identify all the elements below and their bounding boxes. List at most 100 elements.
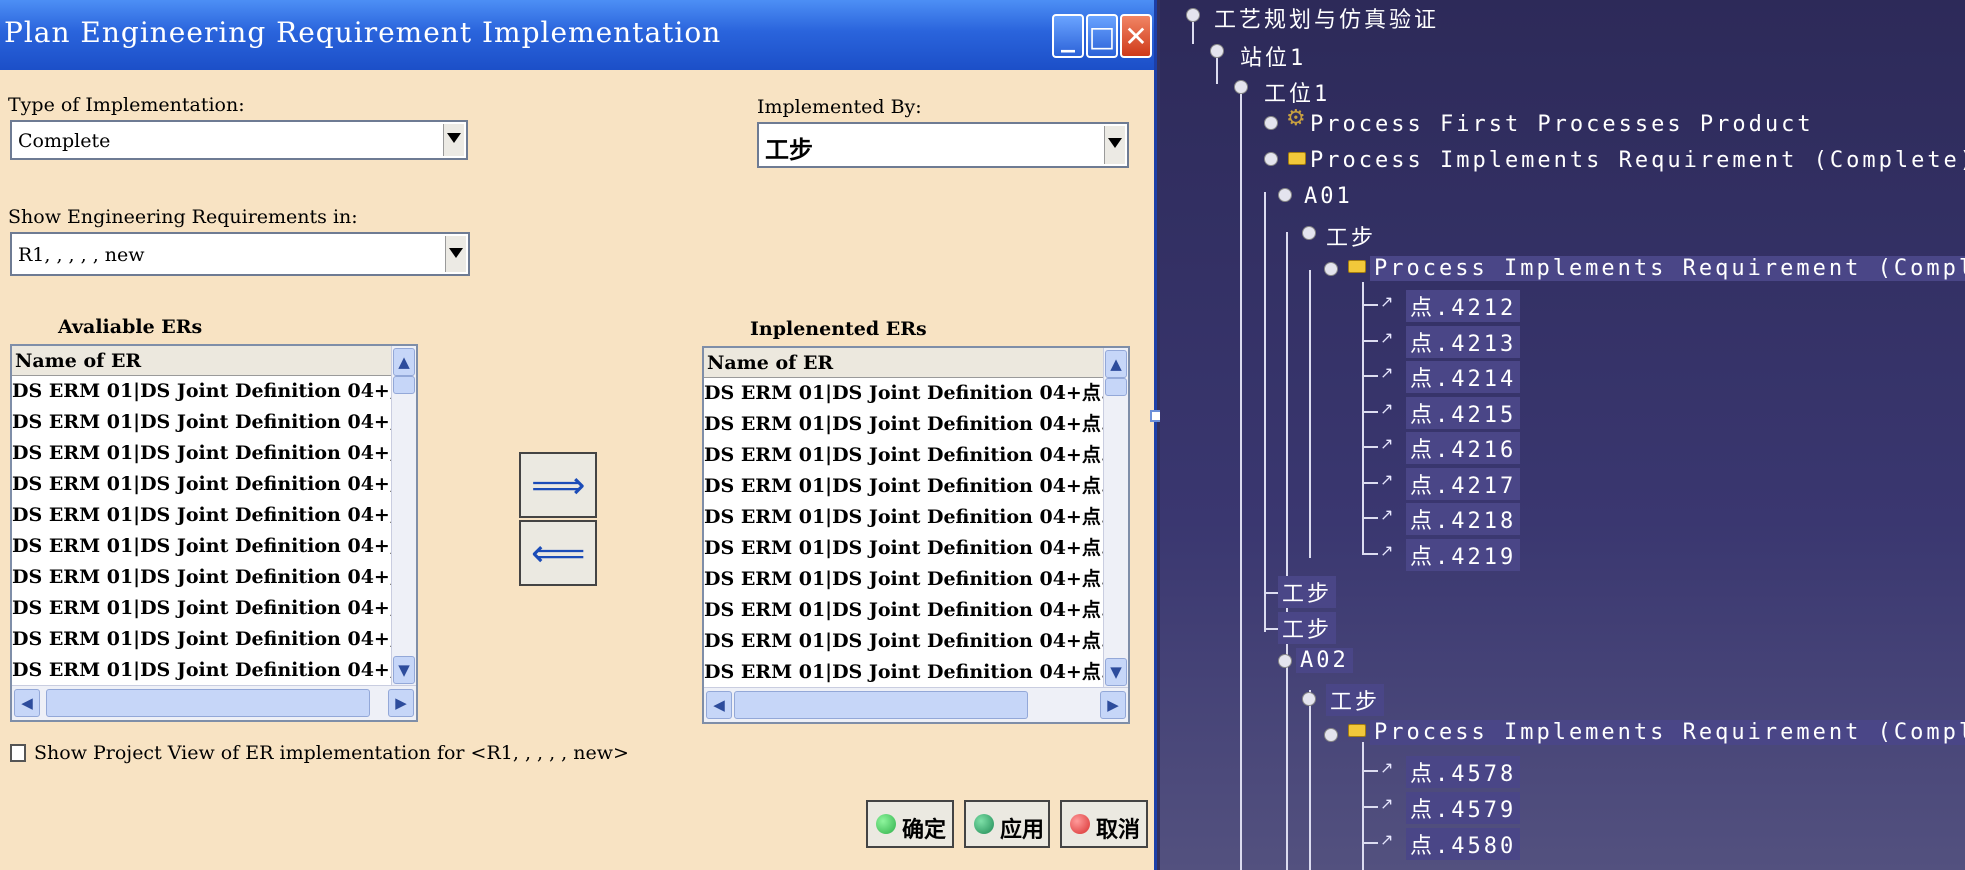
apply-button[interactable]: 应用 [964,800,1050,848]
tree-node-a02-step[interactable]: 工步 [1326,684,1385,716]
close-button[interactable]: ✕ [1120,14,1152,58]
tree-node-a02[interactable]: A02 [1296,648,1353,673]
expand-toggle[interactable] [1264,116,1278,130]
list-item[interactable]: DS ERM 01|DS Joint Definition 04+点.4575 [704,440,1104,471]
expand-toggle[interactable] [1302,226,1316,240]
expand-toggle[interactable] [1302,692,1316,706]
list-item[interactable]: DS ERM 01|DS Joint Definition 04+点.4581 [12,469,392,500]
expand-toggle[interactable] [1264,152,1278,166]
point-icon: ↗ [1380,758,1394,777]
scroll-down-icon[interactable]: ▼ [393,656,415,684]
tree-node-station[interactable]: 站位1 [1240,40,1306,72]
chevron-down-icon[interactable] [443,124,464,156]
tree-connector [1362,770,1378,772]
list-item[interactable]: DS ERM 01|DS Joint Definition 04+点.4578 [12,376,392,407]
implemented-by-select[interactable]: 工步 [757,122,1129,168]
expand-toggle[interactable] [1234,80,1248,94]
list-item[interactable]: DS ERM 01|DS Joint Definition 04+点.4584 [12,562,392,593]
cancel-label: 取消 [1096,818,1141,843]
tree-node-point[interactable]: 点.4580 [1406,828,1521,860]
list-item[interactable]: DS ERM 01|DS Joint Definition 04+点.4582 [12,500,392,531]
tree-node-point[interactable]: 点.4219 [1406,538,1521,571]
cancel-button[interactable]: 取消 [1060,800,1148,848]
tree-node-workpos[interactable]: 工位1 [1264,76,1330,108]
list-item[interactable]: DS ERM 01|DS Joint Definition 04+点.4573 [704,502,1104,533]
tree-node-first-proc[interactable]: Process First Processes Product [1310,112,1814,137]
move-left-button[interactable]: ⟸ [519,520,597,586]
tree-node-root[interactable]: 工艺规划与仿真验证 [1214,2,1439,34]
maximize-icon: □ [1088,20,1116,53]
scroll-right-icon[interactable]: ▶ [388,689,414,717]
show-project-view-checkbox[interactable] [10,744,26,762]
show-er-in-select[interactable]: R1, , , , , new [10,232,470,276]
tree-node-point[interactable]: 点.4215 [1406,396,1521,429]
minimize-button[interactable]: _ [1052,14,1084,58]
tree-node-a01[interactable]: A01 [1304,184,1353,209]
list-item[interactable]: DS ERM 01|DS Joint Definition 04+点.4568 [704,657,1104,688]
implemented-ers-list[interactable]: Name of ER DS ERM 01|DS Joint Definition… [702,346,1130,724]
list-item[interactable]: DS ERM 01|DS Joint Definition 04+点.4579 [12,407,392,438]
list-item[interactable]: DS ERM 01|DS Joint Definition 04+点.4570 [704,595,1104,626]
list-item[interactable]: DS ERM 01|DS Joint Definition 04+点.4577 [704,378,1104,409]
expand-toggle[interactable] [1324,728,1338,742]
tree-node-step-2[interactable]: 工步 [1278,576,1337,608]
list-item[interactable]: DS ERM 01|DS Joint Definition 04+点.4574 [704,471,1104,502]
tree-node-point[interactable]: 点.4216 [1406,432,1521,464]
list-item[interactable]: DS ERM 01|DS Joint Definition 04+点.4583 [12,531,392,562]
expand-toggle[interactable] [1210,44,1224,58]
tree-node-step[interactable]: 工步 [1326,220,1376,252]
tree-node-point[interactable]: 点.4217 [1406,467,1521,500]
scroll-up-icon[interactable]: ▲ [1105,350,1127,378]
ok-button[interactable]: 确定 [866,800,954,848]
vertical-scrollbar[interactable]: ▲ ▼ [391,346,416,686]
tree-node-step-3[interactable]: 工步 [1278,612,1337,644]
list-item[interactable]: DS ERM 01|DS Joint Definition 04+点.4586 [12,624,392,655]
dialog-titlebar[interactable]: Plan Engineering Requirement Implementat… [0,0,1154,70]
available-ers-column-header[interactable]: Name of ER [12,346,392,376]
horizontal-scrollbar[interactable]: ◀ ▶ [704,687,1128,722]
chevron-down-icon[interactable] [1104,126,1125,164]
available-ers-list[interactable]: Name of ER DS ERM 01|DS Joint Definition… [10,344,418,722]
scroll-thumb[interactable] [46,689,370,717]
scroll-thumb[interactable] [393,376,415,394]
dialog-title: Plan Engineering Requirement Implementat… [4,16,722,49]
tree-node-impl-req[interactable]: Process Implements Requirement (Complete… [1310,148,1965,173]
tree-node-point[interactable]: 点.4578 [1406,756,1521,788]
scroll-thumb[interactable] [734,691,1028,719]
scroll-up-icon[interactable]: ▲ [393,348,415,376]
show-er-in-label: Show Engineering Requirements in: [8,206,358,228]
tree-node-point[interactable]: 点.4213 [1406,325,1521,358]
expand-toggle[interactable] [1278,188,1292,202]
list-item[interactable]: DS ERM 01|DS Joint Definition 04+点.4576 [704,409,1104,440]
tree-node-point[interactable]: 点.4218 [1406,503,1521,535]
scroll-right-icon[interactable]: ▶ [1100,691,1126,719]
scroll-thumb[interactable] [1105,378,1127,396]
tree-connector [1264,192,1266,632]
tree-connector [1362,552,1378,555]
scroll-down-icon[interactable]: ▼ [1105,658,1127,686]
list-item[interactable]: DS ERM 01|DS Joint Definition 04+点.4587 [12,655,392,686]
expand-toggle[interactable] [1324,262,1338,276]
list-item[interactable]: DS ERM 01|DS Joint Definition 04+点.4572 [704,533,1104,564]
implemented-ers-column-header[interactable]: Name of ER [704,348,1104,378]
chevron-down-icon[interactable] [445,236,466,272]
move-right-button[interactable]: ⟹ [519,452,597,518]
scroll-left-icon[interactable]: ◀ [706,691,732,719]
expand-toggle[interactable] [1278,654,1292,668]
list-item[interactable]: DS ERM 01|DS Joint Definition 04+点.4569 [704,626,1104,657]
available-ers-title: Avaliable ERs [58,316,203,338]
expand-toggle[interactable] [1186,8,1200,22]
tree-node-point[interactable]: 点.4214 [1406,361,1521,393]
list-item[interactable]: DS ERM 01|DS Joint Definition 04+点.4571 [704,564,1104,595]
vertical-scrollbar[interactable]: ▲ ▼ [1103,348,1128,688]
list-item[interactable]: DS ERM 01|DS Joint Definition 04+点.4580 [12,438,392,469]
tree-node-impl-req-a02[interactable]: Process Implements Requirement (Complete… [1370,720,1965,745]
type-of-implementation-select[interactable]: Complete [10,120,468,160]
tree-node-impl-req-a01[interactable]: Process Implements Requirement (Complete… [1370,256,1965,281]
tree-node-point[interactable]: 点.4579 [1406,792,1521,824]
scroll-left-icon[interactable]: ◀ [14,689,40,717]
maximize-button[interactable]: □ [1086,14,1118,58]
list-item[interactable]: DS ERM 01|DS Joint Definition 04+点.4585 [12,593,392,624]
tree-node-point[interactable]: 点.4212 [1406,290,1521,322]
horizontal-scrollbar[interactable]: ◀ ▶ [12,685,416,720]
